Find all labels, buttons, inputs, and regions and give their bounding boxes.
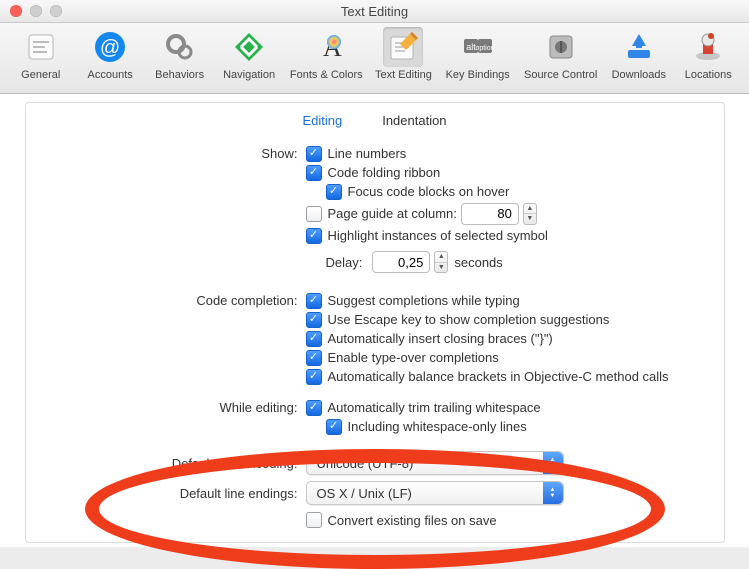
svg-text:@: @ [100, 37, 120, 59]
trim-whitespace-label: Automatically trim trailing whitespace [328, 400, 541, 415]
toolbar-label: Accounts [88, 69, 133, 81]
focus-blocks-checkbox[interactable] [326, 184, 342, 200]
line-numbers-checkbox[interactable] [306, 146, 322, 162]
tab-indentation[interactable]: Indentation [382, 113, 446, 128]
select-arrows-icon [543, 482, 563, 504]
toolbar-label: General [21, 69, 60, 81]
toolbar-item-general[interactable]: General [6, 25, 75, 81]
escape-completions-label: Use Escape key to show completion sugges… [328, 312, 610, 327]
default-encoding-label: Default text encoding: [26, 456, 306, 471]
preferences-panel: Editing Indentation Show: Line numbers C… [25, 102, 725, 543]
text-editing-icon [383, 27, 423, 67]
tab-editing[interactable]: Editing [302, 113, 342, 128]
toolbar-label: Navigation [223, 69, 275, 81]
behaviors-gear-icon [160, 27, 200, 67]
highlight-symbol-checkbox[interactable] [306, 228, 322, 244]
toolbar-label: Downloads [612, 69, 666, 81]
content-area: Editing Indentation Show: Line numbers C… [0, 94, 749, 547]
toolbar-item-key-bindings[interactable]: altoption Key Bindings [438, 25, 517, 81]
default-encoding-select[interactable]: Unicode (UTF-8) [306, 451, 564, 475]
page-guide-label: Page guide at column: [328, 206, 457, 221]
page-guide-checkbox[interactable] [306, 206, 322, 222]
balance-brackets-label: Automatically balance brackets in Object… [328, 369, 669, 384]
source-control-icon [541, 27, 581, 67]
toolbar-item-navigation[interactable]: Navigation [214, 25, 283, 81]
key-bindings-icon: altoption [458, 27, 498, 67]
fonts-colors-icon: A [306, 27, 346, 67]
balance-brackets-checkbox[interactable] [306, 369, 322, 385]
code-completion-label: Code completion: [26, 293, 306, 308]
subtab-bar: Editing Indentation [26, 103, 724, 144]
toolbar-item-downloads[interactable]: Downloads [604, 25, 673, 81]
seconds-label: seconds [454, 255, 502, 270]
closing-braces-label: Automatically insert closing braces ("}"… [328, 331, 553, 346]
toolbar-item-locations[interactable]: Locations [674, 25, 743, 81]
typeover-label: Enable type-over completions [328, 350, 499, 365]
default-line-endings-value: OS X / Unix (LF) [317, 486, 412, 501]
default-encoding-value: Unicode (UTF-8) [317, 456, 414, 471]
page-guide-column-input[interactable] [461, 203, 519, 225]
delay-input[interactable] [372, 251, 430, 273]
default-line-endings-label: Default line endings: [26, 486, 306, 501]
toolbar-item-accounts[interactable]: @ Accounts [75, 25, 144, 81]
toolbar-item-text-editing[interactable]: Text Editing [369, 25, 438, 81]
convert-files-label: Convert existing files on save [328, 513, 497, 528]
editing-form: Show: Line numbers Code folding ribbon F… [26, 144, 724, 530]
toolbar-label: Key Bindings [446, 69, 510, 81]
delay-label: Delay: [326, 255, 363, 270]
downloads-icon [619, 27, 659, 67]
toolbar-label: Source Control [524, 69, 597, 81]
zoom-window-button[interactable] [50, 5, 62, 17]
escape-completions-checkbox[interactable] [306, 312, 322, 328]
code-folding-checkbox[interactable] [306, 165, 322, 181]
window-titlebar: Text Editing [0, 0, 749, 23]
navigation-icon [229, 27, 269, 67]
code-folding-label: Code folding ribbon [328, 165, 441, 180]
line-numbers-label: Line numbers [328, 146, 407, 161]
closing-braces-checkbox[interactable] [306, 331, 322, 347]
focus-blocks-label: Focus code blocks on hover [348, 184, 510, 199]
default-line-endings-select[interactable]: OS X / Unix (LF) [306, 481, 564, 505]
toolbar-item-fonts-colors[interactable]: A Fonts & Colors [284, 25, 369, 81]
trim-whitespace-checkbox[interactable] [306, 400, 322, 416]
window-title: Text Editing [0, 4, 749, 19]
toolbar-label: Text Editing [375, 69, 432, 81]
minimize-window-button[interactable] [30, 5, 42, 17]
suggest-completions-label: Suggest completions while typing [328, 293, 520, 308]
suggest-completions-checkbox[interactable] [306, 293, 322, 309]
locations-icon [688, 27, 728, 67]
show-label: Show: [26, 146, 306, 161]
toolbar-item-behaviors[interactable]: Behaviors [145, 25, 214, 81]
select-arrows-icon [543, 452, 563, 474]
ws-only-lines-checkbox[interactable] [326, 419, 342, 435]
highlight-symbol-label: Highlight instances of selected symbol [328, 228, 548, 243]
typeover-checkbox[interactable] [306, 350, 322, 366]
toolbar-label: Fonts & Colors [290, 69, 363, 81]
delay-stepper[interactable]: ▲▼ [434, 251, 448, 273]
general-icon [21, 27, 61, 67]
convert-files-checkbox[interactable] [306, 512, 322, 528]
page-guide-stepper[interactable]: ▲▼ [523, 203, 537, 225]
accounts-icon: @ [90, 27, 130, 67]
svg-text:option: option [475, 45, 494, 52]
toolbar-label: Locations [685, 69, 732, 81]
ws-only-lines-label: Including whitespace-only lines [348, 419, 527, 434]
close-window-button[interactable] [10, 5, 22, 17]
preferences-toolbar: General @ Accounts Behaviors Navigation … [0, 23, 749, 94]
toolbar-label: Behaviors [155, 69, 204, 81]
toolbar-item-source-control[interactable]: Source Control [517, 25, 604, 81]
while-editing-label: While editing: [26, 400, 306, 415]
